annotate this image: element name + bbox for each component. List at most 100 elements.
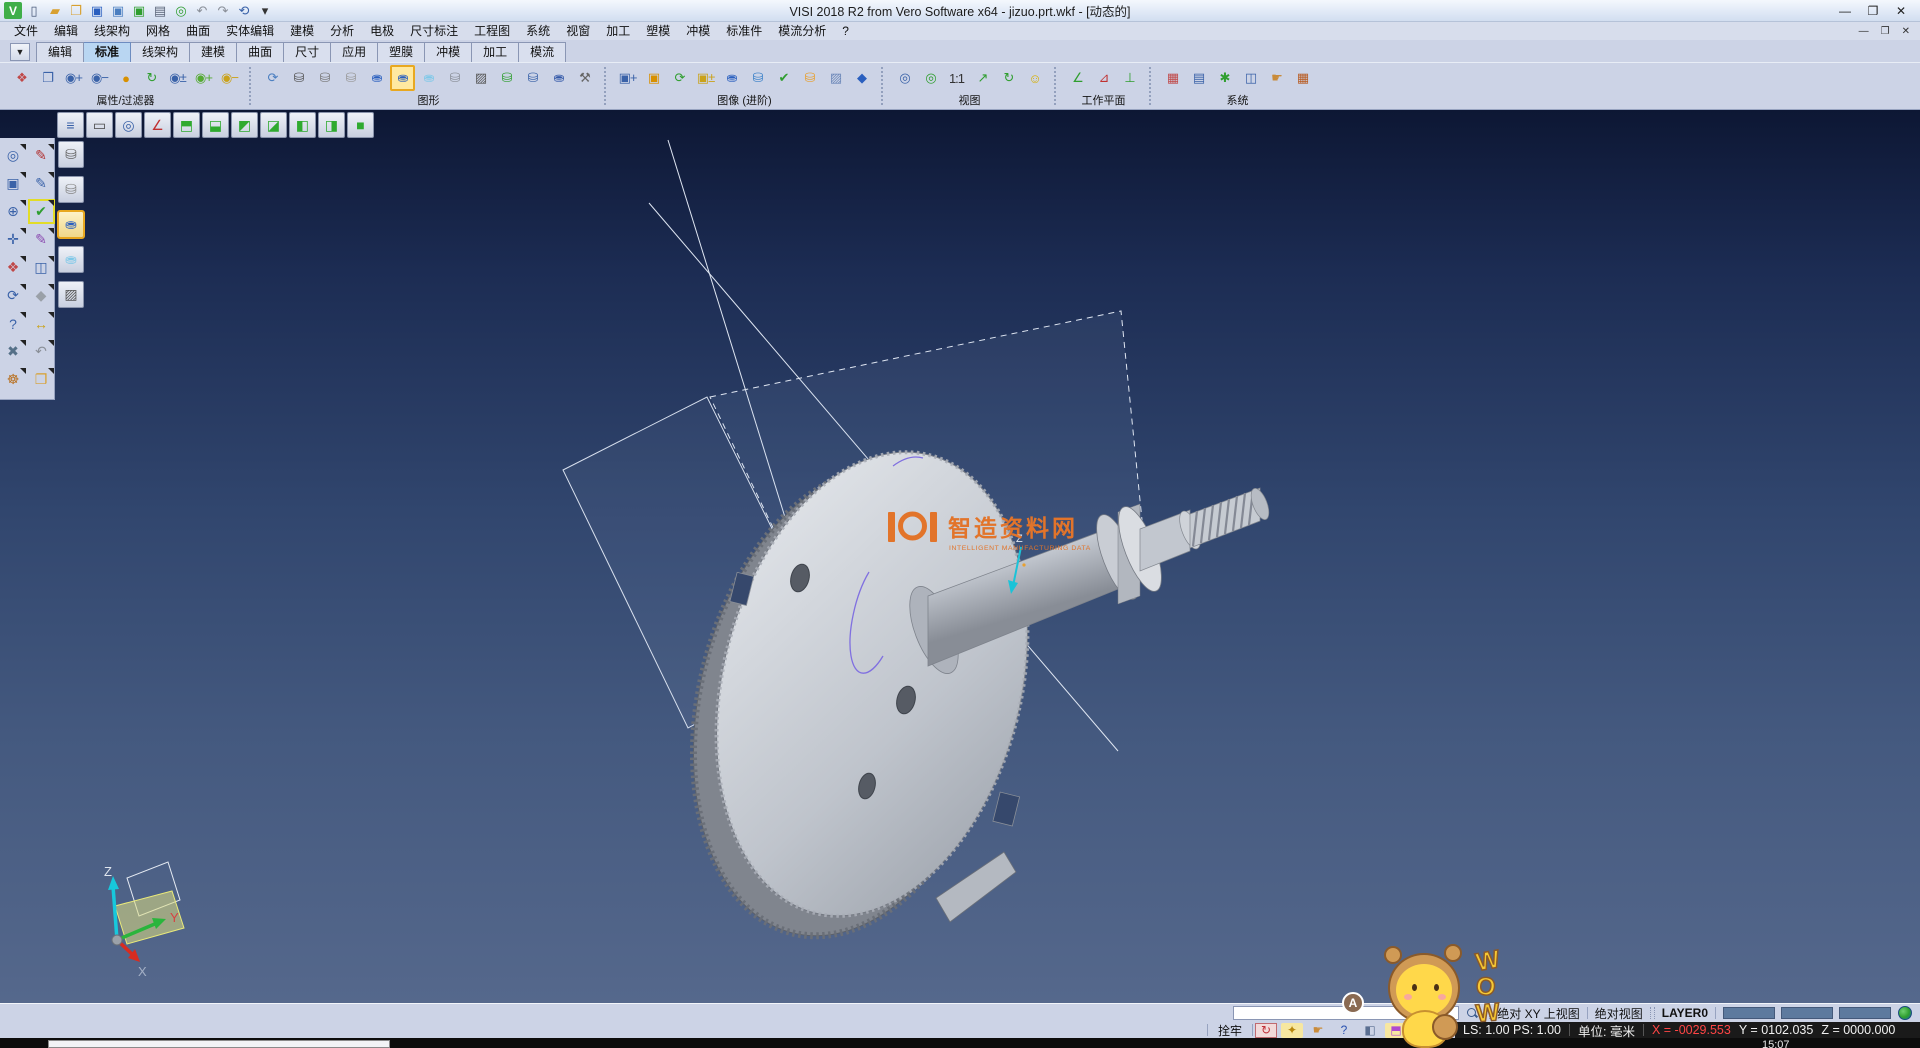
open-copy-icon[interactable]: ❐ (29, 368, 54, 391)
minimize-icon[interactable]: — (1838, 4, 1852, 18)
eye-minus-icon[interactable]: ◉− (217, 65, 242, 91)
sketch-icon[interactable]: ✎ (29, 228, 54, 251)
cplane-axes-icon[interactable]: ∠ (144, 112, 171, 138)
color-table-icon[interactable]: ▤ (1186, 65, 1211, 91)
tab-die[interactable]: 冲模 (425, 42, 472, 62)
tab-overflow-button[interactable]: ▼ (10, 43, 30, 61)
undo-icon[interactable]: ↶ (193, 2, 211, 19)
zoom-previous-icon[interactable]: ◎ (892, 65, 917, 91)
box-plusminus-icon[interactable]: ▣± (693, 65, 718, 91)
view-right-icon[interactable]: ◨ (318, 112, 345, 138)
view-iso-icon[interactable]: ■ (347, 112, 374, 138)
zoom-dynamic-icon[interactable]: ◎ (115, 112, 142, 138)
child-minimize-icon[interactable]: — (1859, 26, 1869, 37)
menu-item[interactable]: 文件 (6, 22, 46, 40)
zoom-window-icon[interactable]: ▣ (1, 172, 26, 195)
attributes-palette-icon[interactable]: ❖ (1, 256, 26, 279)
menu-item[interactable]: 网格 (138, 22, 178, 40)
layers-list-icon[interactable]: ≡ (57, 112, 84, 138)
close-icon[interactable]: ✕ (1894, 4, 1908, 18)
color-swatch-3[interactable] (1839, 1007, 1891, 1019)
tab-mold[interactable]: 塑膜 (378, 42, 425, 62)
render-settings-icon[interactable]: ⚒ (572, 65, 597, 91)
menu-item[interactable]: 视窗 (558, 22, 598, 40)
tab-machining[interactable]: 加工 (472, 42, 519, 62)
quick-access-more-icon[interactable]: ▾ (256, 2, 274, 19)
box-refresh-icon[interactable]: ⟳ (667, 65, 692, 91)
flange-rim-cut[interactable] (936, 852, 1016, 922)
view-front-icon[interactable]: ◩ (231, 112, 258, 138)
open-icon[interactable]: ▰ (46, 2, 64, 19)
cylinder-solid-icon[interactable]: ⛂ (719, 65, 744, 91)
menu-item[interactable]: 电极 (362, 22, 402, 40)
menu-item[interactable]: 实体编辑 (218, 22, 282, 40)
pick-settings-icon[interactable]: ☛ (1264, 65, 1289, 91)
shade-hidden-icon[interactable]: ⛁ (58, 176, 84, 203)
shade-solid-icon[interactable]: ⛂ (58, 211, 84, 238)
menu-item[interactable]: 标准件 (718, 22, 770, 40)
tab-standard[interactable]: 标准 (84, 42, 131, 62)
color-swatch-1[interactable] (1723, 1007, 1775, 1019)
measure-distance-icon[interactable]: ↔ (29, 312, 54, 335)
active-layer-label[interactable]: LAYER0 (1662, 1006, 1708, 1020)
box-add-icon[interactable]: ▣+ (615, 65, 640, 91)
system-config-icon[interactable]: ✱ (1212, 65, 1237, 91)
save-icon[interactable]: ▣ (88, 2, 106, 19)
menu-item[interactable]: 冲模 (678, 22, 718, 40)
lock-toggle[interactable]: 拴牢 (1208, 1022, 1252, 1039)
save-all-icon[interactable]: ▣ (130, 2, 148, 19)
child-restore-icon[interactable]: ❐ (1881, 26, 1890, 37)
zoom-extents-icon[interactable]: ◎ (918, 65, 943, 91)
eye-plus-icon[interactable]: ◉+ (191, 65, 216, 91)
zoom-box-icon[interactable]: ⊕ (1, 200, 26, 223)
new-file-icon[interactable]: ▯ (25, 2, 43, 19)
menu-item[interactable]: 加工 (598, 22, 638, 40)
tab-modeling[interactable]: 建模 (190, 42, 237, 62)
cylinder-check-icon[interactable]: ✔ (771, 65, 796, 91)
color-palette-icon[interactable]: ▦ (1160, 65, 1185, 91)
pencil-delete-icon[interactable]: ✎ (29, 144, 54, 167)
delete-trash-icon[interactable]: ✖ (1, 340, 26, 363)
zoom-1to1-icon[interactable]: 1:1 (944, 65, 969, 91)
move-origin-icon[interactable]: ✛ (1, 228, 26, 251)
cylinder-transparent-icon[interactable]: ⛂ (416, 65, 441, 91)
regen-icon[interactable]: ↻ (1255, 1023, 1277, 1038)
menu-item[interactable]: 曲面 (178, 22, 218, 40)
tab-application[interactable]: 应用 (331, 42, 378, 62)
rotate-view-icon[interactable]: ↻ (996, 65, 1021, 91)
eye-add-filter-icon[interactable]: ◉+ (61, 65, 86, 91)
model-thread[interactable] (1190, 486, 1272, 548)
magic-wand-icon[interactable]: ✦ (1281, 1023, 1303, 1038)
visi-logo[interactable]: V (4, 2, 22, 19)
eye-view-icon[interactable]: ☺ (1022, 65, 1047, 91)
tab-edit[interactable]: 编辑 (36, 42, 84, 62)
globe-icon[interactable] (1898, 1006, 1912, 1020)
menu-item[interactable]: 线架构 (86, 22, 138, 40)
menu-item[interactable]: 分析 (322, 22, 362, 40)
grid-icon[interactable]: ▦ (1290, 65, 1315, 91)
cylinder-striped-icon[interactable]: ⛁ (745, 65, 770, 91)
cylinder-export-icon[interactable]: ⛂ (546, 65, 571, 91)
redraw-icon[interactable]: ⟳ (260, 65, 285, 91)
cylinder-refresh-icon[interactable]: ⛁ (494, 65, 519, 91)
eye-refresh-icon[interactable]: ↻ (139, 65, 164, 91)
cylinder-wireframe-icon[interactable]: ⛁ (286, 65, 311, 91)
menu-item[interactable]: 系统 (518, 22, 558, 40)
view-reference-label[interactable]: 绝对视图 (1595, 1005, 1643, 1022)
cylinder-flat-icon[interactable]: ⛁ (442, 65, 467, 91)
print-icon[interactable]: ▤ (151, 2, 169, 19)
eye-remove-filter-icon[interactable]: ◉− (87, 65, 112, 91)
menu-item[interactable]: ? (834, 22, 857, 40)
solid-cube-icon[interactable]: ◆ (29, 284, 54, 307)
view-top-icon[interactable]: ⬒ (173, 112, 200, 138)
menu-item[interactable]: 工程图 (466, 22, 518, 40)
view-direction-icon[interactable]: ↗ (970, 65, 995, 91)
open-copy-icon[interactable]: ❐ (67, 2, 85, 19)
help-icon[interactable]: ? (1333, 1023, 1355, 1038)
tab-dimension[interactable]: 尺寸 (284, 42, 331, 62)
view-bottom-icon[interactable]: ⬓ (202, 112, 229, 138)
viewport-3d[interactable]: Z 智造资料网 INTELLIGENT MANUFACTURING DATA (0, 110, 1920, 1003)
cylinder-hatched-icon[interactable]: ▨ (468, 65, 493, 91)
maximize-icon[interactable]: ❐ (1866, 4, 1880, 18)
compass-pin-icon[interactable]: ⟲ (235, 2, 253, 19)
